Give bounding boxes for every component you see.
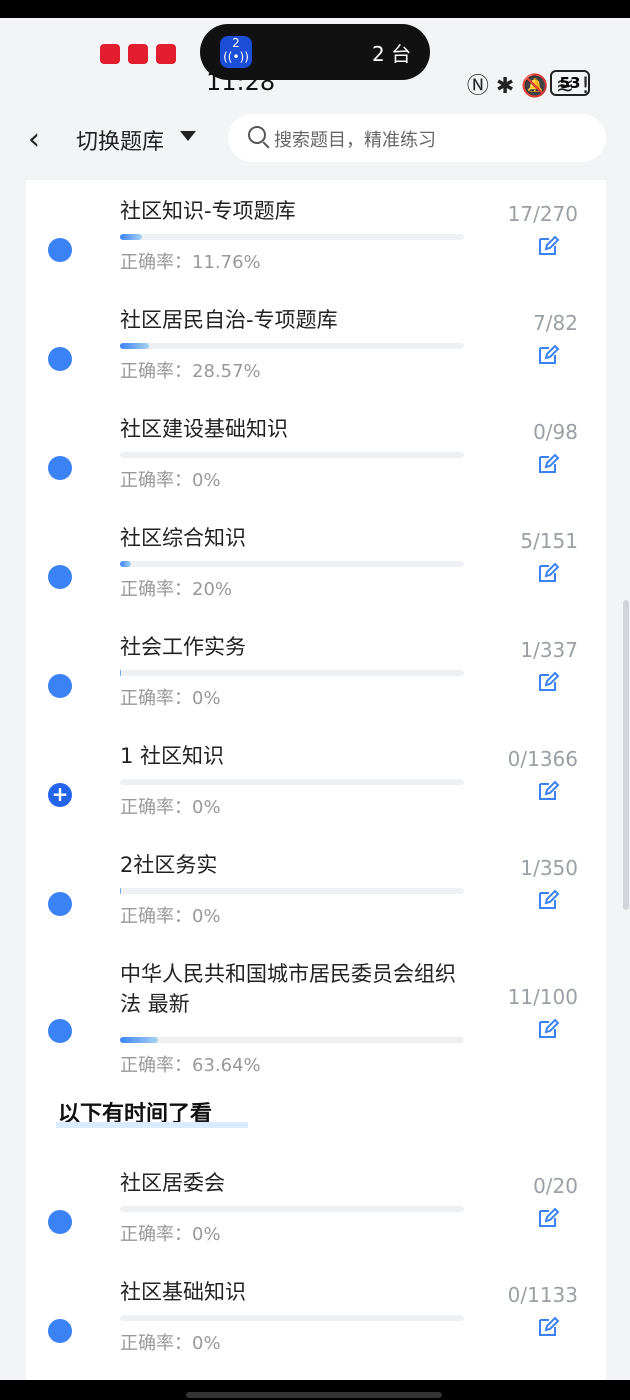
edit-icon[interactable] [536,888,560,910]
bullet-dot-icon [48,892,72,916]
edit-icon[interactable] [536,561,560,583]
progress-fill [120,670,122,676]
nfc-icon: Ⓝ [466,74,489,99]
bullet-dot-icon [48,1019,72,1043]
home-indicator[interactable] [186,1392,442,1398]
pill-text: 2 台 [372,42,412,66]
progress-count: 5/151 [520,529,578,553]
progress-track [120,779,464,785]
edit-icon[interactable] [536,234,560,256]
edit-icon[interactable] [536,1017,560,1039]
battery-indicator: 53 [550,70,590,96]
accuracy-text: 正确率：28.57% [120,361,261,382]
progress-track [120,888,464,894]
progress-count: 11/100 [507,985,578,1009]
accuracy-text: 正确率：0% [120,906,221,927]
status-bar: 2 ((•)) 2 台 11:28 Ⓝ ✱ 🔕 ≋ ! 53 [0,18,630,99]
bank-title[interactable]: 社会工作实务 [120,632,470,662]
progress-track [120,1206,464,1212]
accuracy-text: 正确率：63.64% [120,1055,261,1076]
progress-track [120,1037,464,1043]
accuracy-text: 正确率：0% [120,1333,221,1354]
progress-track [120,670,464,676]
bank-title[interactable]: 社区知识-专项题库 [120,196,470,226]
progress-fill [120,234,142,240]
search-input[interactable]: 搜索题目，精准练习 [228,114,606,162]
section-title-highlight [56,1122,248,1128]
search-placeholder: 搜索题目，精准练习 [274,130,436,151]
bullet-dot-icon [48,1210,72,1234]
progress-count: 7/82 [533,311,578,335]
progress-fill [120,343,150,349]
accuracy-text: 正确率：0% [120,797,221,818]
bullet-dot-icon [48,565,72,589]
progress-track [120,1315,464,1321]
accuracy-text: 正确率：11.76% [120,252,261,273]
bank-title[interactable]: 社区综合知识 [120,523,470,553]
bank-title[interactable]: 2社区务实 [120,850,470,880]
progress-fill [120,1037,158,1043]
bullet-dot-icon [48,1319,72,1343]
progress-track [120,452,464,458]
bullet-dot-icon [48,238,72,262]
edit-icon[interactable] [536,343,560,365]
bank-title[interactable]: 中华人民共和国城市居民委员会组织法 最新 [120,959,470,1019]
back-arrow-icon[interactable]: ‹ [28,122,40,157]
accuracy-text: 正确率：0% [120,470,221,491]
accuracy-text: 正确率：20% [120,579,233,600]
progress-count: 1/350 [520,856,578,880]
accuracy-text: 正确率：0% [120,1224,221,1245]
bullet-dot-icon [48,456,72,480]
bank-title[interactable]: 1 社区知识 [120,741,470,771]
edit-icon[interactable] [536,1206,560,1228]
edit-icon[interactable] [536,779,560,801]
progress-track [120,343,464,349]
progress-track [120,234,464,240]
edit-icon[interactable] [536,1315,560,1337]
bank-title[interactable]: 社区居民自治-专项题库 [120,305,470,335]
top-black-band [0,0,630,18]
progress-count: 0/1366 [507,747,578,771]
bullet-dot-icon [48,347,72,371]
progress-track [120,561,464,567]
progress-count: 17/270 [507,202,578,226]
bank-title[interactable]: 社区居委会 [120,1168,470,1198]
edit-icon[interactable] [536,670,560,692]
bullet-dot-icon [48,674,72,698]
progress-fill [120,888,122,894]
accuracy-text: 正确率：0% [120,688,221,709]
status-clock: 11:28 [206,68,276,96]
scrollbar[interactable] [623,600,629,910]
progress-count: 0/20 [533,1174,578,1198]
bank-title[interactable]: 社区基础知识 [120,1277,470,1307]
progress-count: 0/98 [533,420,578,444]
hotspot-icon: 2 ((•)) [220,36,252,68]
mute-icon: 🔕 [521,74,549,99]
notification-app-icons [100,44,184,68]
edit-icon[interactable] [536,452,560,474]
progress-count: 1/337 [520,638,578,662]
bank-title[interactable]: 社区建设基础知识 [120,414,470,444]
top-nav-bar: ‹ 切换题库 搜索题目，精准练习 [0,100,630,178]
progress-count: 0/1133 [507,1283,578,1307]
question-bank-list-card [26,180,606,1400]
progress-fill [120,561,132,567]
search-icon [248,126,266,144]
add-icon[interactable]: + [48,783,72,807]
caret-down-icon[interactable] [180,131,196,141]
switch-bank-dropdown[interactable]: 切换题库 [76,124,164,156]
bluetooth-icon: ✱ [495,74,515,99]
